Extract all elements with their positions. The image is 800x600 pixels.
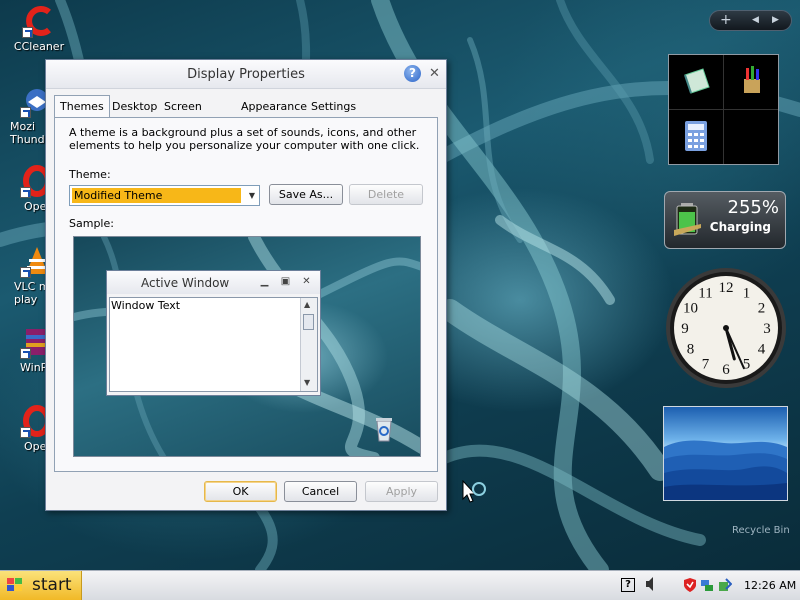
desktop-icon-opera-2[interactable]: Ope [0,404,51,453]
tab-screen-saver[interactable]: Screen Saver [159,97,207,132]
save-as-button[interactable]: Save As... [269,184,343,205]
clock-number: 5 [743,357,751,373]
clock-number: 12 [719,280,734,296]
battery-gadget: 255% Charging [664,191,786,249]
desktop-icon-label: Ope [24,200,47,213]
clock-number: 9 [681,321,689,337]
sample-window-body: Window Text ▲ ▼ [109,297,318,392]
scroll-down-icon: ▼ [304,378,311,387]
update-icon[interactable] [718,578,733,592]
clock-number: 1 [743,286,751,302]
speaker-icon[interactable] [643,576,657,591]
delete-button[interactable]: Delete [349,184,423,205]
display-properties-dialog: Display Properties ? ✕ Themes Desktop Sc… [45,59,447,511]
tab-themes[interactable]: Themes [54,95,110,117]
desktop-icon-label: Ope [24,440,47,453]
apply-button[interactable]: Apply [365,481,438,502]
sample-active-window: Active Window ▁ ▣ ✕ Window Text ▲ ▼ [106,270,321,396]
desktop-icon-vlc[interactable]: VLC m play [0,244,50,306]
cancel-button[interactable]: Cancel [284,481,357,502]
theme-select-value: Modified Theme [72,188,241,203]
clock-number: 4 [758,342,766,358]
prev-gadget-button[interactable]: ◀ [752,15,759,25]
next-gadget-button[interactable]: ▶ [772,15,779,25]
help-icon[interactable]: ? [621,578,635,592]
clock-number: 8 [687,342,695,358]
notepad-icon[interactable] [681,65,711,95]
sample-window-titlebar: Active Window ▁ ▣ ✕ [107,271,320,294]
close-icon: ✕ [302,276,311,287]
dialog-titlebar[interactable]: Display Properties ? ✕ [46,60,446,89]
scroll-thumb [303,314,314,330]
theme-sample-preview: Active Window ▁ ▣ ✕ Window Text ▲ ▼ [73,236,421,457]
recycle-bin-icon [374,415,394,443]
slideshow-image [664,440,787,500]
shortcut-arrow-icon [20,427,31,438]
recycle-bin-label[interactable]: Recycle Bin [732,525,790,536]
tab-desktop[interactable]: Desktop [107,97,162,116]
battery-state: Charging [709,220,771,234]
clock-number: 7 [702,357,710,373]
clock-number: 11 [698,286,712,302]
tab-appearance[interactable]: Appearance [236,97,312,116]
desktop-icon-label: WinR [20,361,49,374]
theme-label: Theme: [69,168,111,181]
dialog-title: Display Properties [187,67,305,82]
windows-logo-icon [7,578,23,592]
ok-button[interactable]: OK [204,481,277,502]
clock-gadget: 12 1 2 3 4 5 6 7 8 9 10 11 [664,266,788,390]
gadget-controls: + ◀ ▶ [709,10,792,31]
ccleaner-icon [22,4,56,38]
clock-number: 3 [763,321,771,337]
shield-icon[interactable] [683,578,697,592]
shortcut-arrow-icon [20,107,31,118]
clock-face: 12 12 3 45678 9 1011 [666,268,786,388]
start-label: start [32,575,72,595]
tab-settings[interactable]: Settings [306,97,361,116]
app-launcher-gadget [668,54,779,165]
busy-cursor-icon [462,479,488,508]
clock-time[interactable]: 12:26 AM [744,579,796,592]
themes-description: A theme is a background plus a set of so… [69,126,420,152]
minimize-icon: ▁ [260,276,269,287]
close-icon[interactable]: ✕ [428,67,441,80]
desktop: CCleaner Mozi Thunde Ope VLC m play WinR [0,0,800,570]
maximize-icon: ▣ [280,276,291,287]
desktop-icon-ccleaner[interactable]: CCleaner [4,4,74,53]
battery-percent: 255% [727,197,779,218]
help-icon[interactable]: ? [404,65,421,82]
sample-scrollbar: ▲ ▼ [300,298,317,391]
start-button[interactable]: start [0,571,82,600]
clock-number: 10 [683,301,698,317]
paint-brushes-icon[interactable] [737,65,767,95]
calculator-icon[interactable] [681,119,711,153]
desktop-icon-winrar[interactable]: WinR [0,325,50,374]
sample-label: Sample: [69,217,114,230]
sample-window-title: Active Window [141,276,230,290]
themes-panel: A theme is a background plus a set of so… [54,117,438,472]
clock-number: 6 [722,362,730,378]
clock-number: 2 [758,301,766,317]
desktop-icon-label: Mozi Thunde [10,120,52,146]
scroll-up-icon: ▲ [304,300,311,309]
desktop-icon-label: CCleaner [13,40,65,53]
desktop-icon-label: VLC m play [14,280,50,306]
network-icon[interactable] [700,578,714,592]
battery-icon [671,200,705,240]
desktop-icon-thunderbird[interactable]: Mozi Thunde [0,84,52,146]
shortcut-arrow-icon [20,187,31,198]
theme-select[interactable]: Modified Theme ▼ [69,185,260,206]
shortcut-arrow-icon [20,348,31,359]
sample-window-text: Window Text [111,299,181,312]
chevron-down-icon[interactable]: ▼ [249,191,255,200]
slideshow-gadget[interactable] [663,406,788,501]
shortcut-arrow-icon [22,27,33,38]
desktop-icon-opera-1[interactable]: Ope [0,164,51,213]
add-gadget-button[interactable]: + [720,12,732,28]
shortcut-arrow-icon [20,267,31,278]
taskbar: start ? 12:26 AM [0,570,800,600]
